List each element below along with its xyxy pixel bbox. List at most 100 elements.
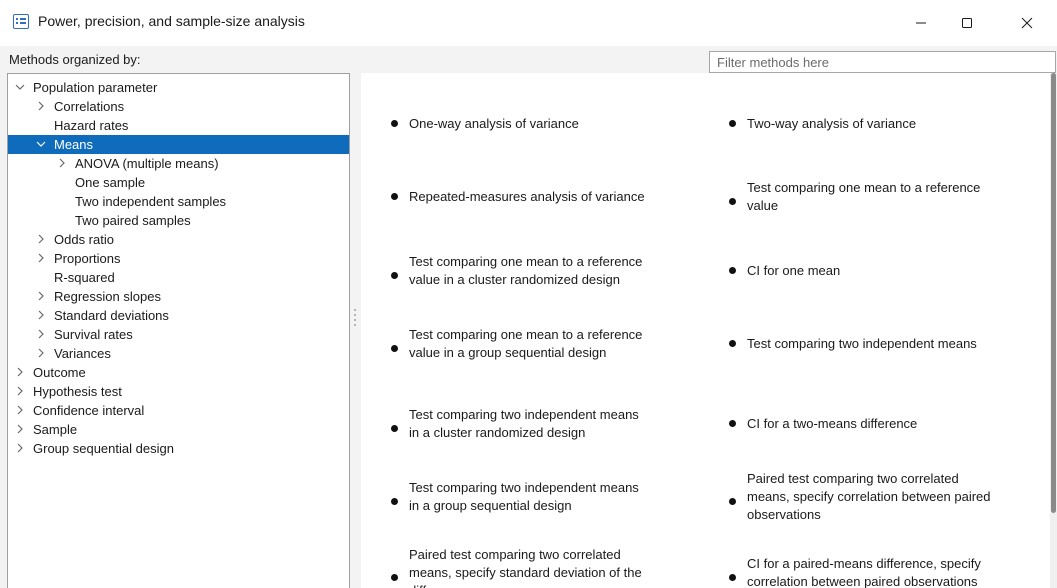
- tree-item-label: Survival rates: [54, 327, 133, 342]
- method-item[interactable]: Test comparing two independent means: [729, 335, 1019, 353]
- tree-item-label: Hypothesis test: [33, 384, 122, 399]
- method-label: Repeated-measures analysis of variance: [409, 189, 645, 204]
- chevron-right-icon[interactable]: [36, 310, 46, 320]
- tree-item[interactable]: Variances: [8, 344, 349, 363]
- tree-item[interactable]: Two independent samples: [8, 192, 349, 211]
- method-item[interactable]: Test comparing one mean to a reference va…: [729, 179, 1019, 215]
- bullet-icon: [729, 574, 736, 581]
- method-label: Paired test comparing two correlated: [409, 547, 621, 562]
- tree-item[interactable]: Odds ratio: [8, 230, 349, 249]
- tree-item[interactable]: Hypothesis test: [8, 382, 349, 401]
- tree-item[interactable]: Hazard rates: [8, 116, 349, 135]
- bullet-icon: [391, 120, 398, 127]
- method-item[interactable]: One-way analysis of variance: [391, 115, 681, 133]
- filter-methods-input[interactable]: [709, 51, 1056, 73]
- tree-item-label: Confidence interval: [33, 403, 145, 418]
- tree-item[interactable]: Regression slopes: [8, 287, 349, 306]
- chevron-right-icon[interactable]: [36, 234, 46, 244]
- method-label: value in a cluster randomized design: [409, 272, 621, 287]
- method-label: in a group sequential design: [409, 498, 572, 513]
- splitter-grip-dot: [354, 314, 356, 316]
- dialog-window: Power, precision, and sample-size analys…: [0, 0, 1057, 588]
- tree-item-label: Two paired samples: [75, 213, 191, 228]
- tree-item-label: Standard deviations: [54, 308, 169, 323]
- title-bar: Power, precision, and sample-size analys…: [0, 0, 1057, 46]
- tree-item[interactable]: Confidence interval: [8, 401, 349, 420]
- tree-item[interactable]: Means: [8, 135, 349, 154]
- chevron-right-icon[interactable]: [36, 101, 46, 111]
- chevron-down-icon[interactable]: [15, 82, 25, 92]
- bullet-icon: [729, 340, 736, 347]
- maximize-button[interactable]: [944, 0, 990, 46]
- bullet-icon: [391, 425, 398, 432]
- tree-item-label: R-squared: [54, 270, 115, 285]
- method-item[interactable]: Paired test comparing two correlated mean…: [391, 546, 681, 588]
- chevron-right-icon[interactable]: [15, 367, 25, 377]
- tree-item[interactable]: Proportions: [8, 249, 349, 268]
- bullet-icon: [729, 120, 736, 127]
- maximize-icon: [962, 18, 972, 28]
- method-label: CI for a paired-means difference, specif…: [747, 556, 981, 571]
- chevron-right-icon[interactable]: [15, 386, 25, 396]
- bullet-icon: [391, 272, 398, 279]
- chevron-right-icon[interactable]: [15, 405, 25, 415]
- splitter-grip-dot: [354, 319, 356, 321]
- tree-item-label: Correlations: [54, 99, 125, 114]
- tree-item[interactable]: Two paired samples: [8, 211, 349, 230]
- method-item[interactable]: Test comparing one mean to a reference va…: [391, 326, 681, 362]
- chevron-right-icon[interactable]: [15, 424, 25, 434]
- method-item[interactable]: Test comparing two independent means in a…: [391, 479, 681, 515]
- tree-item[interactable]: Survival rates: [8, 325, 349, 344]
- method-item[interactable]: Test comparing two independent means in a…: [391, 406, 681, 442]
- method-item[interactable]: Paired test comparing two correlated mean…: [729, 470, 1019, 524]
- bullet-icon: [391, 574, 398, 581]
- tree-item[interactable]: Outcome: [8, 363, 349, 382]
- scrollbar-thumb[interactable]: [1051, 73, 1056, 513]
- close-button[interactable]: [1004, 0, 1050, 46]
- tree-item[interactable]: Population parameter: [8, 78, 349, 97]
- bullet-icon: [391, 193, 398, 200]
- splitter-grip-dot: [354, 309, 356, 311]
- method-item[interactable]: Test comparing one mean to a reference va…: [391, 253, 681, 289]
- chevron-down-icon[interactable]: [36, 139, 46, 149]
- tree-item-label: Means: [54, 137, 94, 152]
- methods-scrollbar[interactable]: [1050, 73, 1057, 588]
- minimize-button[interactable]: [898, 0, 944, 46]
- tree-item-label: Group sequential design: [33, 441, 174, 456]
- tree-item[interactable]: R-squared: [8, 268, 349, 287]
- chevron-right-icon[interactable]: [36, 348, 46, 358]
- tree-item[interactable]: Correlations: [8, 97, 349, 116]
- tree-item[interactable]: Standard deviations: [8, 306, 349, 325]
- method-label: Test comparing two independent means: [409, 480, 639, 495]
- chevron-right-icon[interactable]: [15, 443, 25, 453]
- tree-item-label: Sample: [33, 422, 78, 437]
- method-label: in a cluster randomized design: [409, 425, 586, 440]
- panel-splitter[interactable]: [351, 73, 361, 588]
- method-label: Two-way analysis of variance: [747, 116, 917, 131]
- method-label: means, specify correlation between paire…: [747, 489, 991, 504]
- tree-item[interactable]: ANOVA (multiple means): [8, 154, 349, 173]
- method-item[interactable]: Repeated-measures analysis of variance: [391, 188, 681, 206]
- window-title: Power, precision, and sample-size analys…: [38, 13, 305, 29]
- tree-item[interactable]: Sample: [8, 420, 349, 439]
- chevron-right-icon[interactable]: [36, 329, 46, 339]
- methods-list: One-way analysis of variance Two-way anal…: [361, 73, 1050, 588]
- method-item[interactable]: CI for a two-means difference: [729, 415, 1019, 433]
- tree-item-label: Two independent samples: [75, 194, 227, 209]
- method-label: correlation between paired observations: [747, 574, 978, 588]
- chevron-right-icon[interactable]: [36, 253, 46, 263]
- method-item[interactable]: Two-way analysis of variance: [729, 115, 1019, 133]
- method-item[interactable]: CI for one mean: [729, 262, 1019, 280]
- chevron-right-icon[interactable]: [57, 158, 67, 168]
- tree-item[interactable]: Group sequential design: [8, 439, 349, 458]
- tree-item-label: Regression slopes: [54, 289, 161, 304]
- method-item[interactable]: CI for a paired-means difference, specif…: [729, 555, 1019, 588]
- close-icon: [1021, 17, 1033, 29]
- tree-item-label: ANOVA (multiple means): [75, 156, 219, 171]
- methods-organized-label: Methods organized by:: [9, 52, 141, 67]
- method-category-tree[interactable]: Population parameter Correlations Hazard r…: [7, 73, 350, 588]
- bullet-icon: [391, 498, 398, 505]
- method-label: means, specify standard deviation of the: [409, 565, 642, 580]
- chevron-right-icon[interactable]: [36, 291, 46, 301]
- tree-item[interactable]: One sample: [8, 173, 349, 192]
